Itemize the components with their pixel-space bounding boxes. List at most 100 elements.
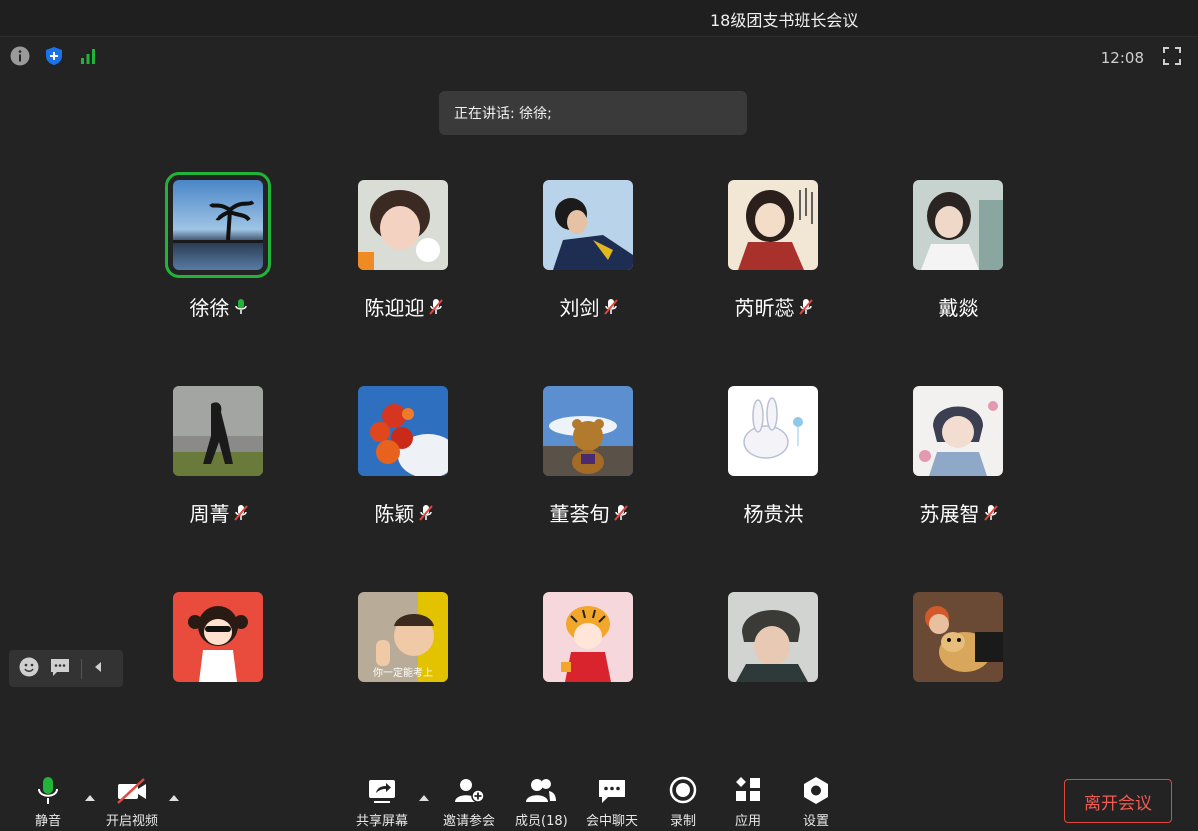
- mic-muted-icon: [983, 504, 998, 521]
- participant-name-row: 戴燚: [866, 292, 1051, 321]
- participant-name: 戴燚: [938, 296, 979, 320]
- participant-name-row: 徐徐: [126, 292, 311, 321]
- participant-avatar: [543, 386, 633, 476]
- mic-muted-icon: [603, 298, 618, 315]
- participant-tile[interactable]: [496, 592, 681, 682]
- participant-tile[interactable]: 你一定能考上: [311, 592, 496, 682]
- participant-name: 芮昕蕊: [734, 296, 795, 320]
- members-label: 成员(18): [515, 814, 568, 829]
- apps-label: 应用: [734, 814, 761, 829]
- video-options-caret[interactable]: [169, 795, 179, 801]
- participant-name: 刘剑: [559, 296, 600, 320]
- settings-button[interactable]: 设置: [798, 776, 834, 829]
- participant-name: 苏展智: [919, 502, 980, 526]
- participant-tile[interactable]: 戴燚: [866, 180, 1051, 340]
- participant-name-row: 周菁: [126, 498, 311, 527]
- status-right: 12:08: [1101, 46, 1182, 70]
- participant-tile[interactable]: [866, 592, 1051, 682]
- meeting-title: 18级团支书班长会议: [710, 11, 859, 30]
- invite-button[interactable]: 邀请参会: [443, 776, 495, 829]
- participant-avatar: [543, 592, 633, 682]
- reactions-panel: [9, 650, 123, 687]
- record-label: 录制: [669, 814, 696, 829]
- participant-avatar: [728, 180, 818, 270]
- members-icon: [526, 779, 557, 802]
- mute-label: 静音: [34, 814, 61, 829]
- participant-name: 周菁: [189, 502, 230, 526]
- record-button[interactable]: 录制: [665, 776, 701, 829]
- start-video-button[interactable]: 开启视频: [106, 776, 158, 829]
- participant-avatar: [913, 386, 1003, 476]
- audio-options-caret[interactable]: [85, 795, 95, 801]
- add-user-icon: [455, 779, 485, 803]
- participant-name: 陈迎迎: [364, 296, 425, 320]
- share-screen-label: 共享屏幕: [356, 814, 409, 829]
- participant-avatar: 你一定能考上: [358, 592, 448, 682]
- apps-icon: [736, 777, 760, 801]
- members-button[interactable]: 成员(18): [515, 776, 568, 829]
- record-icon: [669, 776, 697, 804]
- mic-active-icon: [234, 298, 247, 314]
- mute-button[interactable]: 静音: [30, 776, 66, 829]
- participant-name: 徐徐: [189, 296, 230, 320]
- settings-icon: [804, 777, 828, 804]
- participant-tile[interactable]: 周菁: [126, 386, 311, 546]
- share-options-caret[interactable]: [419, 795, 429, 801]
- leave-meeting-button[interactable]: 离开会议: [1064, 779, 1172, 823]
- participant-name-row: 董荟旬: [496, 498, 681, 527]
- participant-tile[interactable]: [681, 592, 866, 682]
- apps-button[interactable]: 应用: [730, 776, 766, 829]
- participant-avatar: [728, 386, 818, 476]
- participant-avatar: [173, 386, 263, 476]
- signal-strength-icon[interactable]: [78, 46, 98, 70]
- comment-icon[interactable]: [49, 657, 71, 681]
- participant-tile[interactable]: 芮昕蕊: [681, 180, 866, 340]
- participant-name-row: 陈颖: [311, 498, 496, 527]
- chat-icon: [599, 780, 625, 803]
- divider: [81, 658, 82, 679]
- mic-muted-icon: [613, 504, 628, 521]
- chat-button[interactable]: 会中聊天: [586, 776, 638, 829]
- fullscreen-icon[interactable]: [1162, 46, 1182, 70]
- chat-label: 会中聊天: [586, 814, 639, 829]
- participant-tile[interactable]: [126, 592, 311, 682]
- security-shield-icon[interactable]: [44, 46, 64, 70]
- participant-avatar: [728, 592, 818, 682]
- participant-tile[interactable]: 徐徐: [126, 172, 311, 340]
- participant-tile[interactable]: 苏展智: [866, 386, 1051, 546]
- mic-muted-icon: [233, 504, 248, 521]
- mic-muted-icon: [428, 298, 443, 315]
- share-screen-icon: [369, 780, 395, 803]
- meeting-toolbar: 静音 开启视频 共享屏幕 邀请参会 成员(18) 会中聊天 录制 应用 设置: [0, 770, 1198, 831]
- settings-label: 设置: [802, 814, 829, 829]
- title-bar: 18级团支书班长会议: [0, 0, 1198, 37]
- tile-caption: 你一定能考上: [373, 668, 433, 679]
- status-bar: [10, 46, 98, 70]
- participant-tile[interactable]: 陈颖: [311, 386, 496, 546]
- mic-muted-icon: [798, 298, 813, 315]
- share-screen-button[interactable]: 共享屏幕: [356, 776, 408, 829]
- microphone-icon: [38, 777, 58, 804]
- info-icon[interactable]: [10, 46, 30, 70]
- participant-avatar: [173, 592, 263, 682]
- participant-name-row: 刘剑: [496, 292, 681, 321]
- invite-label: 邀请参会: [443, 814, 496, 829]
- participant-avatar: [358, 386, 448, 476]
- participant-avatar: [913, 180, 1003, 270]
- participant-tile[interactable]: 陈迎迎: [311, 180, 496, 340]
- participant-avatar: [358, 180, 448, 270]
- participant-name-row: 芮昕蕊: [681, 292, 866, 321]
- participant-avatar: [543, 180, 633, 270]
- start-video-label: 开启视频: [106, 814, 159, 829]
- participant-name-row: 陈迎迎: [311, 292, 496, 321]
- speaking-indicator: 正在讲话: 徐徐;: [439, 91, 747, 135]
- collapse-left-icon[interactable]: [92, 659, 104, 678]
- participant-name: 董荟旬: [549, 502, 610, 526]
- participant-tile[interactable]: 杨贵洪: [681, 386, 866, 546]
- participant-name-row: 苏展智: [866, 498, 1051, 527]
- participant-avatar: [913, 592, 1003, 682]
- emoji-icon[interactable]: [19, 657, 39, 681]
- participant-tile[interactable]: 刘剑: [496, 180, 681, 340]
- participant-tile[interactable]: 董荟旬: [496, 386, 681, 546]
- clock: 12:08: [1100, 49, 1144, 67]
